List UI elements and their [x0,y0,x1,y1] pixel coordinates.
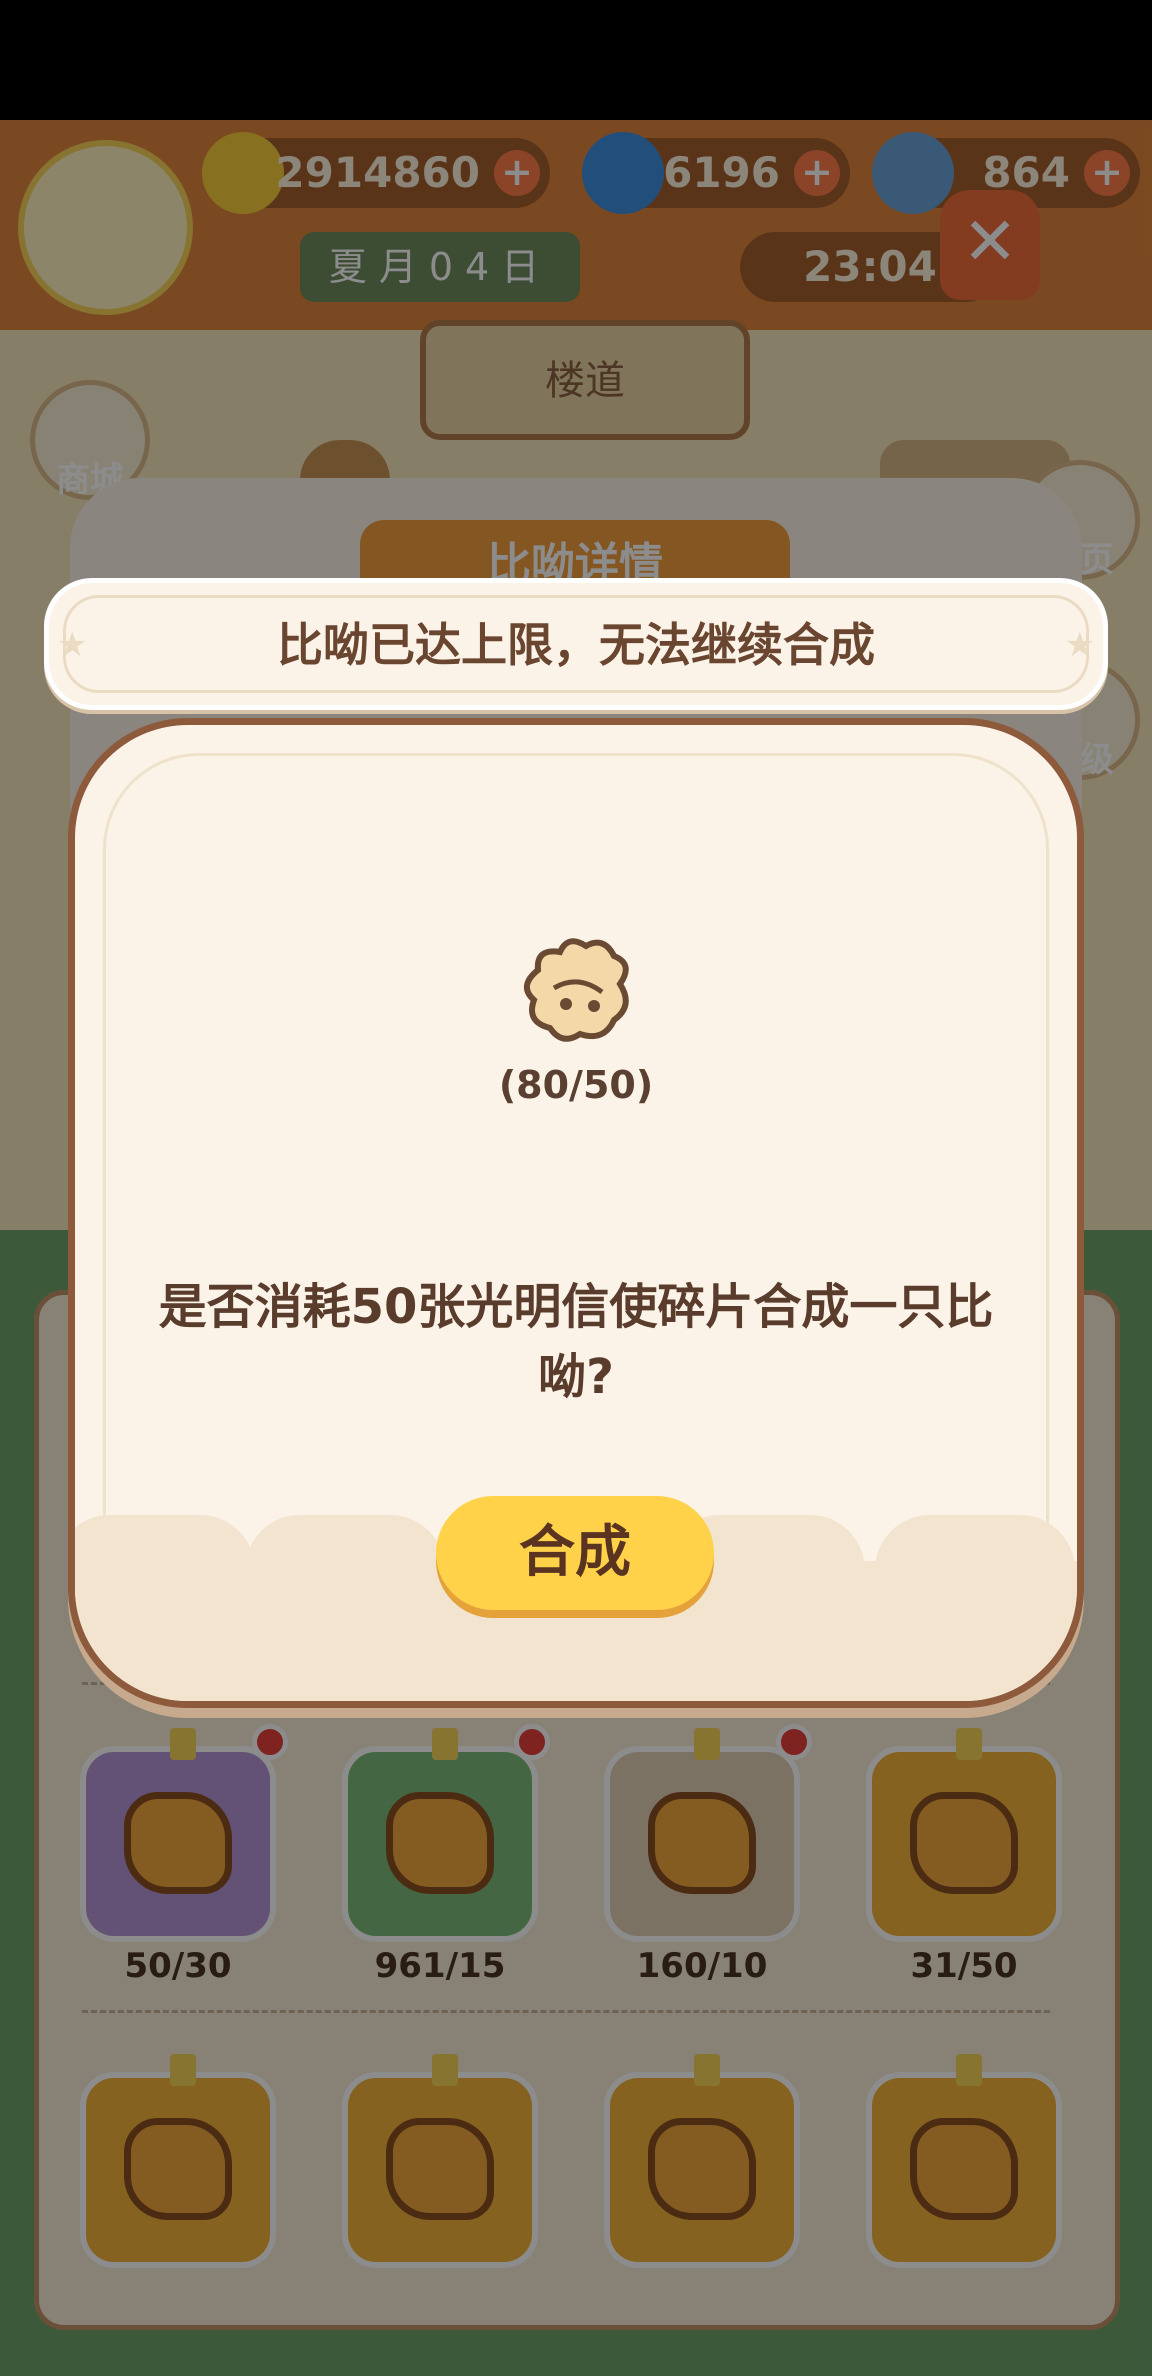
synthesis-question: 是否消耗50张光明信使碎片合成一只比呦? [158,1279,994,1405]
limit-toast: ★ ★ 比呦已达上限，无法继续合成 [44,578,1108,710]
fragment-ratio: (80/50) [498,1063,654,1107]
status-bar [0,0,1152,120]
synthesize-button[interactable]: 合成 [436,1496,714,1610]
puzzle-fragment-icon [524,938,629,1042]
toast-message: 比呦已达上限，无法继续合成 [277,618,875,672]
